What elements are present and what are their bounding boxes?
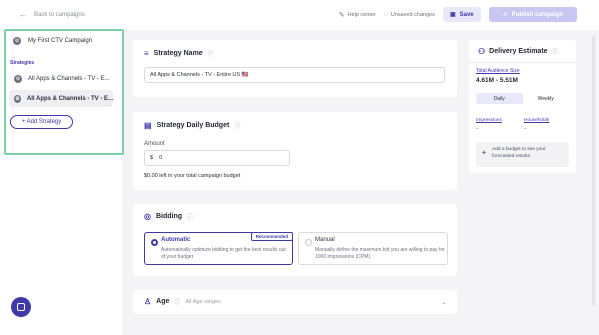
households-value: – bbox=[524, 126, 527, 132]
bidding-option-manual[interactable]: Manual Manually define the maximum bid y… bbox=[298, 232, 448, 265]
budget-value: 0 bbox=[159, 155, 163, 161]
bidding-heading: ◎ Bidding ⓘ bbox=[144, 212, 193, 221]
divider bbox=[469, 62, 576, 63]
top-bar: ← Back to campaigns ✎ Help center ◌ Unsa… bbox=[0, 0, 599, 30]
warning-circle-icon: ◌ bbox=[383, 11, 388, 18]
save-label: Save bbox=[459, 11, 474, 18]
budget-heading: ▤ Strategy Daily Budget ⓘ bbox=[144, 121, 240, 130]
households-label: Households bbox=[524, 118, 550, 123]
settings-icon: ⚙ bbox=[14, 94, 21, 103]
bidding-card: ◎ Bidding ⓘ Automatic Automatically opti… bbox=[133, 204, 457, 276]
chat-widget-button[interactable] bbox=[11, 297, 31, 317]
rocket-icon: ➚ bbox=[502, 12, 508, 18]
age-heading: ♙ Age ⓘ All Age ranges bbox=[144, 297, 221, 306]
user-icon: ♙ bbox=[144, 297, 152, 306]
unsaved-label: Unsaved changes bbox=[390, 11, 435, 18]
amount-label: Amount bbox=[144, 141, 165, 147]
total-audience-size-label: Total Audience Size bbox=[476, 68, 520, 74]
delivery-estimate-panel: ⚇ Delivery Estimate ⓘ Total Audience Siz… bbox=[469, 40, 576, 173]
budget-icon: ▤ bbox=[144, 121, 152, 130]
sparkle-icon: ✦ bbox=[481, 150, 487, 157]
delivery-estimate-title: Delivery Estimate bbox=[489, 48, 548, 55]
impressions-value: – bbox=[476, 126, 479, 132]
bid-option-description: Automatically optimize bidding to get th… bbox=[161, 247, 286, 260]
strategy-name-card: ≡ Strategy Name ⓘ All Apps & Channels - … bbox=[133, 40, 457, 97]
publish-label: Publish campaign bbox=[511, 11, 563, 18]
info-icon[interactable]: ⓘ bbox=[174, 297, 180, 306]
text-lines-icon: ≡ bbox=[144, 49, 149, 58]
people-icon: ⚇ bbox=[478, 47, 486, 56]
publish-campaign-button[interactable]: ➚ Publish campaign bbox=[488, 7, 577, 22]
radio-selected[interactable] bbox=[151, 239, 158, 246]
chevron-down-icon[interactable]: ⌄ bbox=[441, 298, 447, 306]
bidding-option-automatic[interactable]: Automatic Automatically optimize bidding… bbox=[144, 232, 293, 265]
add-strategy-button[interactable]: + Add Strategy bbox=[10, 115, 73, 129]
tab-weekly[interactable]: Weekly bbox=[523, 93, 570, 104]
strategy-label: All Apps & Channels - TV - E... bbox=[28, 75, 110, 82]
target-icon: ◎ bbox=[144, 212, 151, 221]
age-card[interactable]: ♙ Age ⓘ All Age ranges ⌄ bbox=[133, 290, 457, 314]
back-label: Back to campaigns bbox=[34, 11, 85, 18]
age-summary: All Age ranges bbox=[185, 298, 221, 305]
forecast-hint: ✦ Add a budget to see your forecasted re… bbox=[476, 142, 569, 167]
total-audience-size-value: 4.61M - 5.51M bbox=[476, 77, 518, 84]
age-title: Age bbox=[156, 298, 170, 305]
sidebar-strategy-item-active[interactable]: ⚙ All Apps & Channels - TV - E... bbox=[9, 90, 113, 107]
scrollbar[interactable] bbox=[592, 36, 595, 306]
strategy-name-input[interactable]: All Apps & Channels - TV - Entire US 🇺🇸 bbox=[144, 67, 445, 83]
bid-option-name: Manual bbox=[315, 237, 335, 243]
help-center-label: Help center bbox=[347, 11, 376, 18]
info-icon[interactable]: ⓘ bbox=[234, 121, 240, 130]
top-actions: ✎ Help center ◌ Unsaved changes ▣ Save ➚… bbox=[339, 7, 577, 22]
strategy-name-title: Strategy Name bbox=[153, 50, 203, 57]
settings-icon: ⚙ bbox=[14, 74, 22, 83]
save-button[interactable]: ▣ Save bbox=[442, 7, 481, 22]
impressions-label: Impressions bbox=[476, 118, 502, 123]
budget-title: Strategy Daily Budget bbox=[156, 122, 230, 129]
sidebar-strategy-item[interactable]: ⚙ All Apps & Channels - TV - E... bbox=[9, 70, 113, 87]
bid-option-description: Manually define the maximum bid you are … bbox=[315, 247, 445, 260]
campaign-name: My First CTV Campaign bbox=[28, 38, 93, 44]
info-icon[interactable]: ⓘ bbox=[187, 212, 193, 221]
forecast-hint-text: Add a budget to see your forecasted resu… bbox=[492, 147, 546, 159]
delivery-estimate-heading: ⚇ Delivery Estimate ⓘ bbox=[478, 47, 558, 56]
strategy-label: All Apps & Channels - TV - E... bbox=[26, 95, 113, 102]
arrow-left-icon: ← bbox=[19, 10, 27, 19]
help-center-link[interactable]: ✎ Help center bbox=[339, 11, 376, 19]
sidebar-campaign-item[interactable]: ⚙ My First CTV Campaign bbox=[13, 37, 92, 45]
chat-icon bbox=[17, 303, 25, 311]
budget-card: ▤ Strategy Daily Budget ⓘ Amount $ 0 $0.… bbox=[133, 112, 457, 190]
back-to-campaigns-link[interactable]: ← Back to campaigns bbox=[19, 10, 85, 19]
tab-daily[interactable]: Daily bbox=[476, 93, 523, 104]
bidding-title: Bidding bbox=[155, 213, 183, 220]
strategies-heading: Strategies bbox=[10, 60, 35, 66]
budget-amount-input[interactable]: $ 0 bbox=[144, 150, 290, 166]
budget-helper-text: $0.00 left in your total campaign budget bbox=[144, 173, 241, 179]
strategy-name-heading: ≡ Strategy Name ⓘ bbox=[144, 49, 214, 58]
settings-icon: ⚙ bbox=[13, 37, 21, 45]
recommended-badge: Recommended bbox=[250, 232, 293, 241]
unsaved-status: ◌ Unsaved changes bbox=[384, 11, 435, 18]
currency-symbol: $ bbox=[150, 155, 154, 161]
radio-unselected[interactable] bbox=[305, 239, 312, 246]
edit-icon: ✎ bbox=[338, 11, 345, 19]
bid-option-name: Automatic bbox=[161, 237, 191, 243]
period-toggle: Daily Weekly bbox=[476, 93, 569, 104]
info-icon[interactable]: ⓘ bbox=[552, 47, 558, 56]
info-icon[interactable]: ⓘ bbox=[208, 49, 214, 58]
save-icon: ▣ bbox=[449, 12, 456, 18]
